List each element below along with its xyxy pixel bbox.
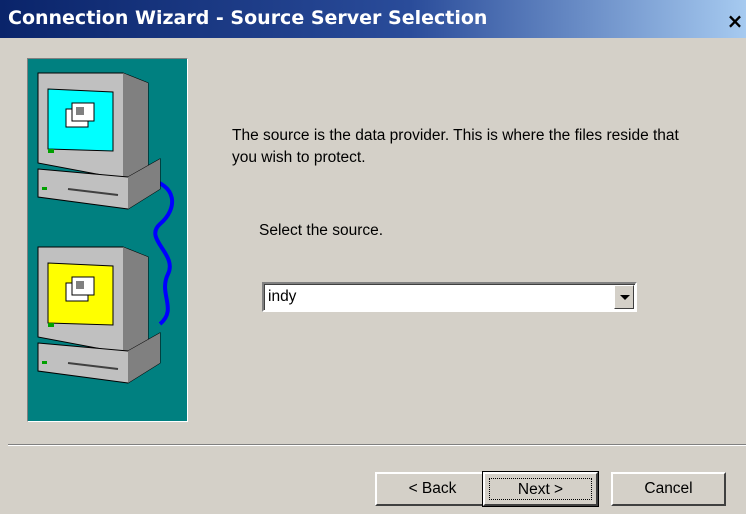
source-value[interactable]: indy [268,288,296,306]
title-bar: Connection Wizard - Source Server Select… [0,0,746,38]
network-cable-icon [145,177,175,326]
wizard-illustration [27,58,188,422]
computer-icon [37,246,161,384]
back-button[interactable]: < Back [375,472,490,506]
select-source-label: Select the source. [259,222,384,239]
next-button-label: Next > [489,478,592,500]
chevron-down-icon[interactable] [614,285,634,309]
source-description: The source is the data provider. This is… [232,127,679,166]
close-icon[interactable]: × [724,10,746,32]
cancel-button[interactable]: Cancel [611,472,726,506]
source-combobox[interactable]: indy [262,282,637,312]
window-title: Connection Wizard - Source Server Select… [8,7,488,29]
next-button[interactable]: Next > [482,471,599,507]
divider [8,444,746,446]
computer-icon [37,72,161,210]
computers-illustration [37,72,175,384]
